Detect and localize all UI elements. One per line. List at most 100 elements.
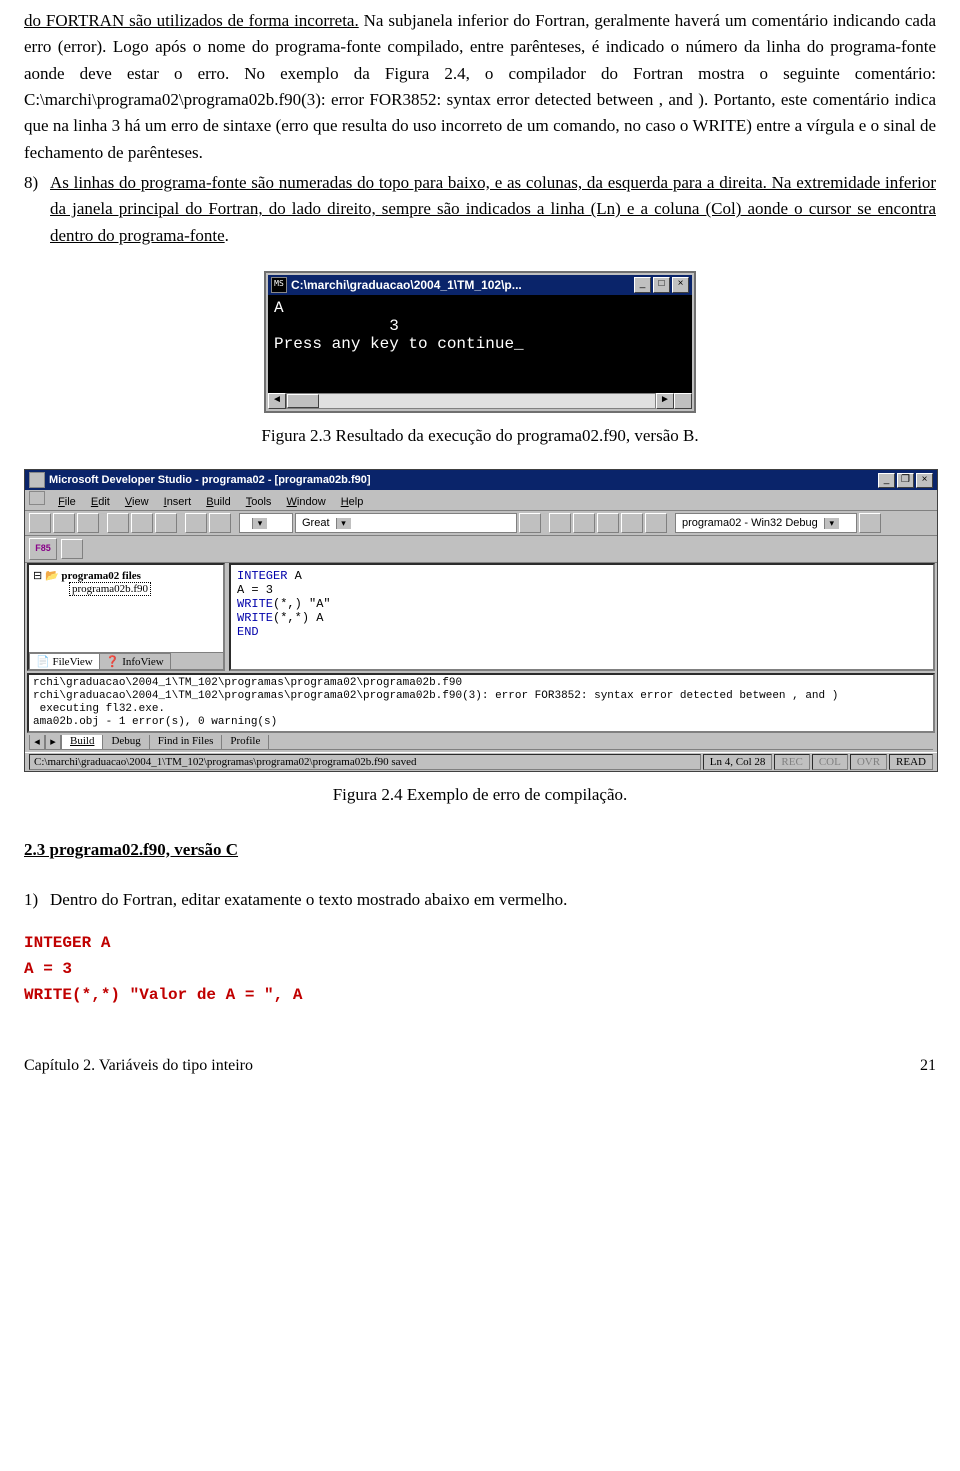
- dos-icon: MS: [271, 277, 287, 293]
- maximize-button[interactable]: □: [653, 277, 670, 293]
- combo-small[interactable]: ▾: [239, 513, 293, 533]
- f85-button[interactable]: F85: [29, 538, 57, 560]
- paragraph-main: do FORTRAN são utilizados de forma incor…: [24, 8, 936, 166]
- figure-2-3-caption: Figura 2.3 Resultado da execução do prog…: [24, 423, 936, 449]
- tb-find[interactable]: [519, 513, 541, 533]
- tree-file[interactable]: programa02b.f90: [69, 582, 151, 596]
- dos-scrollbar[interactable]: ◄ ►: [268, 393, 692, 409]
- text: Figura 2.4, o compilador do Fortran most…: [385, 64, 936, 83]
- dos-title-text: C:\marchi\graduacao\2004_1\TM_102\p...: [291, 278, 632, 292]
- text-underline: do FORTRAN são utilizados de forma incor…: [24, 11, 359, 30]
- tb-cut[interactable]: [107, 513, 129, 533]
- output-tabs: ◂ ▸ Build Debug Find in Files Profile: [25, 735, 937, 752]
- restore-button[interactable]: ❐: [897, 473, 914, 488]
- tb-copy[interactable]: [131, 513, 153, 533]
- tb-new[interactable]: [29, 513, 51, 533]
- status-read: READ: [889, 754, 933, 770]
- ide-sidebar: ⊟ 📂 programa02 files programa02b.f90 📄 F…: [27, 563, 225, 671]
- scroll-thumb[interactable]: [287, 394, 319, 408]
- ide-middle: ⊟ 📂 programa02 files programa02b.f90 📄 F…: [25, 563, 937, 671]
- minimize-button[interactable]: _: [878, 473, 895, 488]
- ide-title-text: Microsoft Developer Studio - programa02 …: [49, 474, 876, 486]
- close-button[interactable]: ×: [916, 473, 933, 488]
- dos-window: MS C:\marchi\graduacao\2004_1\TM_102\p..…: [264, 271, 696, 413]
- ide-title-bar: Microsoft Developer Studio - programa02 …: [25, 470, 937, 490]
- out-tab-track[interactable]: [268, 735, 933, 750]
- text: C:\marchi\programa02\programa02b.f90(3):…: [24, 90, 936, 162]
- ide-toolbar: ▾ Great▾ programa02 - Win32 Debug▾: [25, 511, 937, 536]
- figure-2-4-ide: Microsoft Developer Studio - programa02 …: [24, 469, 938, 772]
- figure-2-4-caption: Figura 2.4 Exemplo de erro de compilação…: [24, 782, 936, 808]
- code-line: A = 3: [24, 957, 936, 983]
- list-body: As linhas do programa-fonte são numerada…: [50, 170, 936, 249]
- tb-go[interactable]: [621, 513, 643, 533]
- sidebar-tabs: 📄 FileView ❓ InfoView: [29, 652, 223, 669]
- tab-infoview[interactable]: ❓ InfoView: [99, 653, 171, 669]
- dos-title-bar: MS C:\marchi\graduacao\2004_1\TM_102\p..…: [268, 275, 692, 295]
- tree-view[interactable]: ⊟ 📂 programa02 files programa02b.f90: [29, 565, 223, 652]
- tree-root[interactable]: programa02 files: [61, 570, 141, 582]
- status-ovr: OVR: [850, 754, 887, 770]
- tb-step[interactable]: [645, 513, 667, 533]
- out-tab-prev[interactable]: ◂: [29, 735, 45, 750]
- status-col: COL: [812, 754, 848, 770]
- code-line: INTEGER A: [24, 931, 936, 957]
- list-number: 8): [24, 170, 50, 249]
- out-tab-profile[interactable]: Profile: [221, 735, 269, 750]
- menu-edit[interactable]: Edit: [85, 495, 116, 509]
- text-underline: As linhas do programa-fonte são numerada…: [50, 173, 936, 245]
- tb-q[interactable]: [859, 513, 881, 533]
- menu-file[interactable]: File: [52, 495, 82, 509]
- figure-2-3: MS C:\marchi\graduacao\2004_1\TM_102\p..…: [264, 271, 696, 413]
- menu-view[interactable]: View: [119, 495, 155, 509]
- output-pane[interactable]: rchi\graduacao\2004_1\TM_102\programas\p…: [27, 673, 935, 733]
- menu-insert[interactable]: Insert: [158, 495, 198, 509]
- resize-grip[interactable]: [674, 393, 692, 409]
- section-2-3-title: 2.3 programa02.f90, versão C: [24, 837, 936, 863]
- ide-toolbar-2: F85: [25, 536, 937, 563]
- out-tab-find[interactable]: Find in Files: [149, 735, 223, 750]
- scroll-right-button[interactable]: ►: [656, 393, 674, 409]
- out-tab-next[interactable]: ▸: [45, 735, 61, 750]
- out-tab-debug[interactable]: Debug: [102, 735, 149, 750]
- menu-window[interactable]: Window: [281, 495, 332, 509]
- code-block: INTEGER A A = 3 WRITE(*,*) "Valor de A =…: [24, 931, 936, 1008]
- page-footer: Capítulo 2. Variáveis do tipo inteiro 21: [24, 1054, 936, 1079]
- doc-icon: [29, 491, 45, 505]
- footer-page-number: 21: [920, 1054, 936, 1079]
- status-lncol: Ln 4, Col 28: [703, 754, 773, 770]
- scroll-track[interactable]: [286, 393, 656, 409]
- tab-fileview[interactable]: 📄 FileView: [29, 653, 100, 669]
- code-editor[interactable]: INTEGER A A = 3 WRITE(*,) "A" WRITE(*,*)…: [229, 563, 935, 671]
- out-tab-build[interactable]: Build: [61, 735, 103, 750]
- ide-icon: [29, 472, 45, 488]
- tb-undo[interactable]: [185, 513, 207, 533]
- tb-compile[interactable]: [573, 513, 595, 533]
- dos-output: A 3 Press any key to continue_: [268, 295, 692, 393]
- text: .: [225, 226, 229, 245]
- step-1: 1) Dentro do Fortran, editar exatamente …: [24, 887, 936, 913]
- tb-paste[interactable]: [155, 513, 177, 533]
- menu-tools[interactable]: Tools: [240, 495, 278, 509]
- tb-ext[interactable]: [61, 539, 83, 559]
- tb-stop[interactable]: [597, 513, 619, 533]
- status-path: C:\marchi\graduacao\2004_1\TM_102\progra…: [29, 754, 701, 770]
- status-bar: C:\marchi\graduacao\2004_1\TM_102\progra…: [25, 752, 937, 771]
- minimize-button[interactable]: _: [634, 277, 651, 293]
- footer-chapter: Capítulo 2. Variáveis do tipo inteiro: [24, 1054, 253, 1079]
- status-rec: REC: [774, 754, 809, 770]
- menu-help[interactable]: Help: [335, 495, 370, 509]
- step-text: Dentro do Fortran, editar exatamente o t…: [50, 887, 936, 913]
- list-item-8: 8) As linhas do programa-fonte são numer…: [24, 170, 936, 249]
- scroll-left-button[interactable]: ◄: [268, 393, 286, 409]
- close-button[interactable]: ×: [672, 277, 689, 293]
- combo-great[interactable]: Great▾: [295, 513, 517, 533]
- tb-open[interactable]: [53, 513, 75, 533]
- tb-redo[interactable]: [209, 513, 231, 533]
- list-number: 1): [24, 887, 50, 913]
- menu-build[interactable]: Build: [200, 495, 236, 509]
- tb-save[interactable]: [77, 513, 99, 533]
- ide-menubar: File Edit View Insert Build Tools Window…: [25, 490, 937, 511]
- combo-config[interactable]: programa02 - Win32 Debug▾: [675, 513, 857, 533]
- tb-build[interactable]: [549, 513, 571, 533]
